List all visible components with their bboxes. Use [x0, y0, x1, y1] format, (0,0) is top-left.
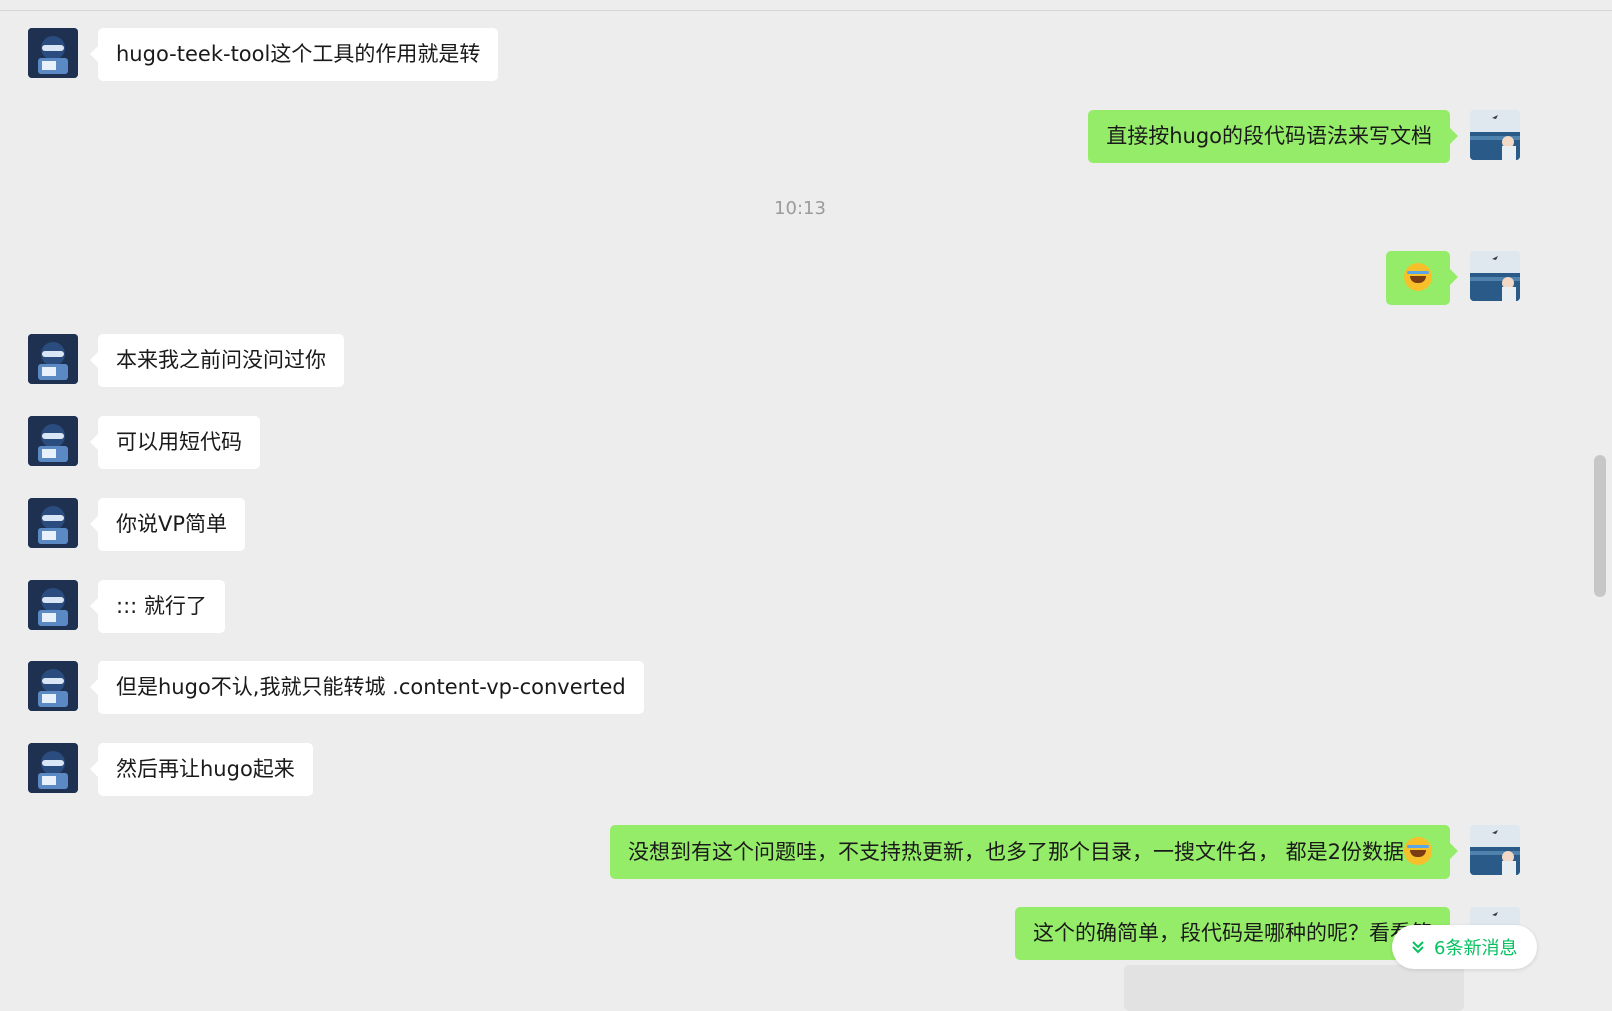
message-incoming: 但是hugo不认,我就只能转城 .content-vp-converted	[28, 661, 644, 714]
message-text: 没想到有这个问题哇，不支持热更新，也多了那个目录，一搜文件名， 都是2份数据	[627, 840, 1404, 864]
contact-avatar[interactable]	[28, 580, 78, 630]
message-incoming: ::: 就行了	[28, 580, 225, 633]
message-outgoing: 直接按hugo的段代码语法来写文档	[1088, 110, 1520, 163]
new-messages-label: 6条新消息	[1434, 938, 1518, 959]
message-bubble[interactable]: 可以用短代码	[90, 416, 260, 469]
message-bubble[interactable]: 没想到有这个问题哇，不支持热更新，也多了那个目录，一搜文件名， 都是2份数据	[609, 825, 1459, 879]
new-messages-button[interactable]: 6条新消息	[1392, 925, 1538, 969]
double-chevron-down-icon	[1412, 941, 1424, 954]
contact-avatar[interactable]	[28, 498, 78, 548]
self-avatar[interactable]	[1470, 251, 1520, 301]
message-bubble[interactable]: hugo-teek-tool这个工具的作用就是转	[89, 28, 499, 81]
message-outgoing: 没想到有这个问题哇，不支持热更新，也多了那个目录，一搜文件名， 都是2份数据	[609, 825, 1520, 879]
message-bubble[interactable]	[1386, 251, 1458, 305]
self-avatar[interactable]	[1470, 110, 1520, 160]
message-bubble[interactable]: ::: 就行了	[90, 580, 225, 633]
message-outgoing	[1386, 251, 1520, 305]
contact-avatar[interactable]	[28, 334, 78, 384]
contact-avatar[interactable]	[28, 28, 78, 78]
laughing-crying-emoji-icon	[1404, 837, 1432, 865]
message-timestamp: 10:13	[774, 198, 826, 219]
message-incoming: 你说VP简单	[28, 498, 246, 551]
message-incoming: 可以用短代码	[28, 416, 260, 469]
chat-message-area[interactable]: hugo-teek-tool这个工具的作用就是转 直接按hugo的段代码语法来写…	[0, 0, 1600, 1011]
contact-avatar[interactable]	[28, 416, 78, 466]
message-bubble[interactable]: 然后再让hugo起来	[90, 743, 313, 796]
contact-avatar[interactable]	[28, 743, 78, 793]
message-incoming: hugo-teek-tool这个工具的作用就是转	[28, 28, 499, 81]
message-bubble[interactable]: 直接按hugo的段代码语法来写文档	[1088, 110, 1458, 163]
chat-scrollbar[interactable]	[1594, 455, 1606, 597]
message-bubble[interactable]: 你说VP简单	[89, 498, 246, 551]
message-bubble[interactable]: 本来我之前问没问过你	[90, 334, 344, 387]
message-bubble[interactable]: 这个的确简单，段代码是哪种的呢？看看简	[1015, 907, 1458, 960]
self-avatar[interactable]	[1470, 825, 1520, 875]
message-bubble[interactable]: 但是hugo不认,我就只能转城 .content-vp-converted	[90, 661, 644, 714]
message-incoming: 本来我之前问没问过你	[28, 334, 344, 387]
contact-avatar[interactable]	[28, 661, 78, 711]
message-incoming: 然后再让hugo起来	[28, 743, 313, 796]
quoted-message-preview	[1124, 965, 1464, 1011]
laughing-crying-emoji-icon	[1404, 263, 1432, 291]
